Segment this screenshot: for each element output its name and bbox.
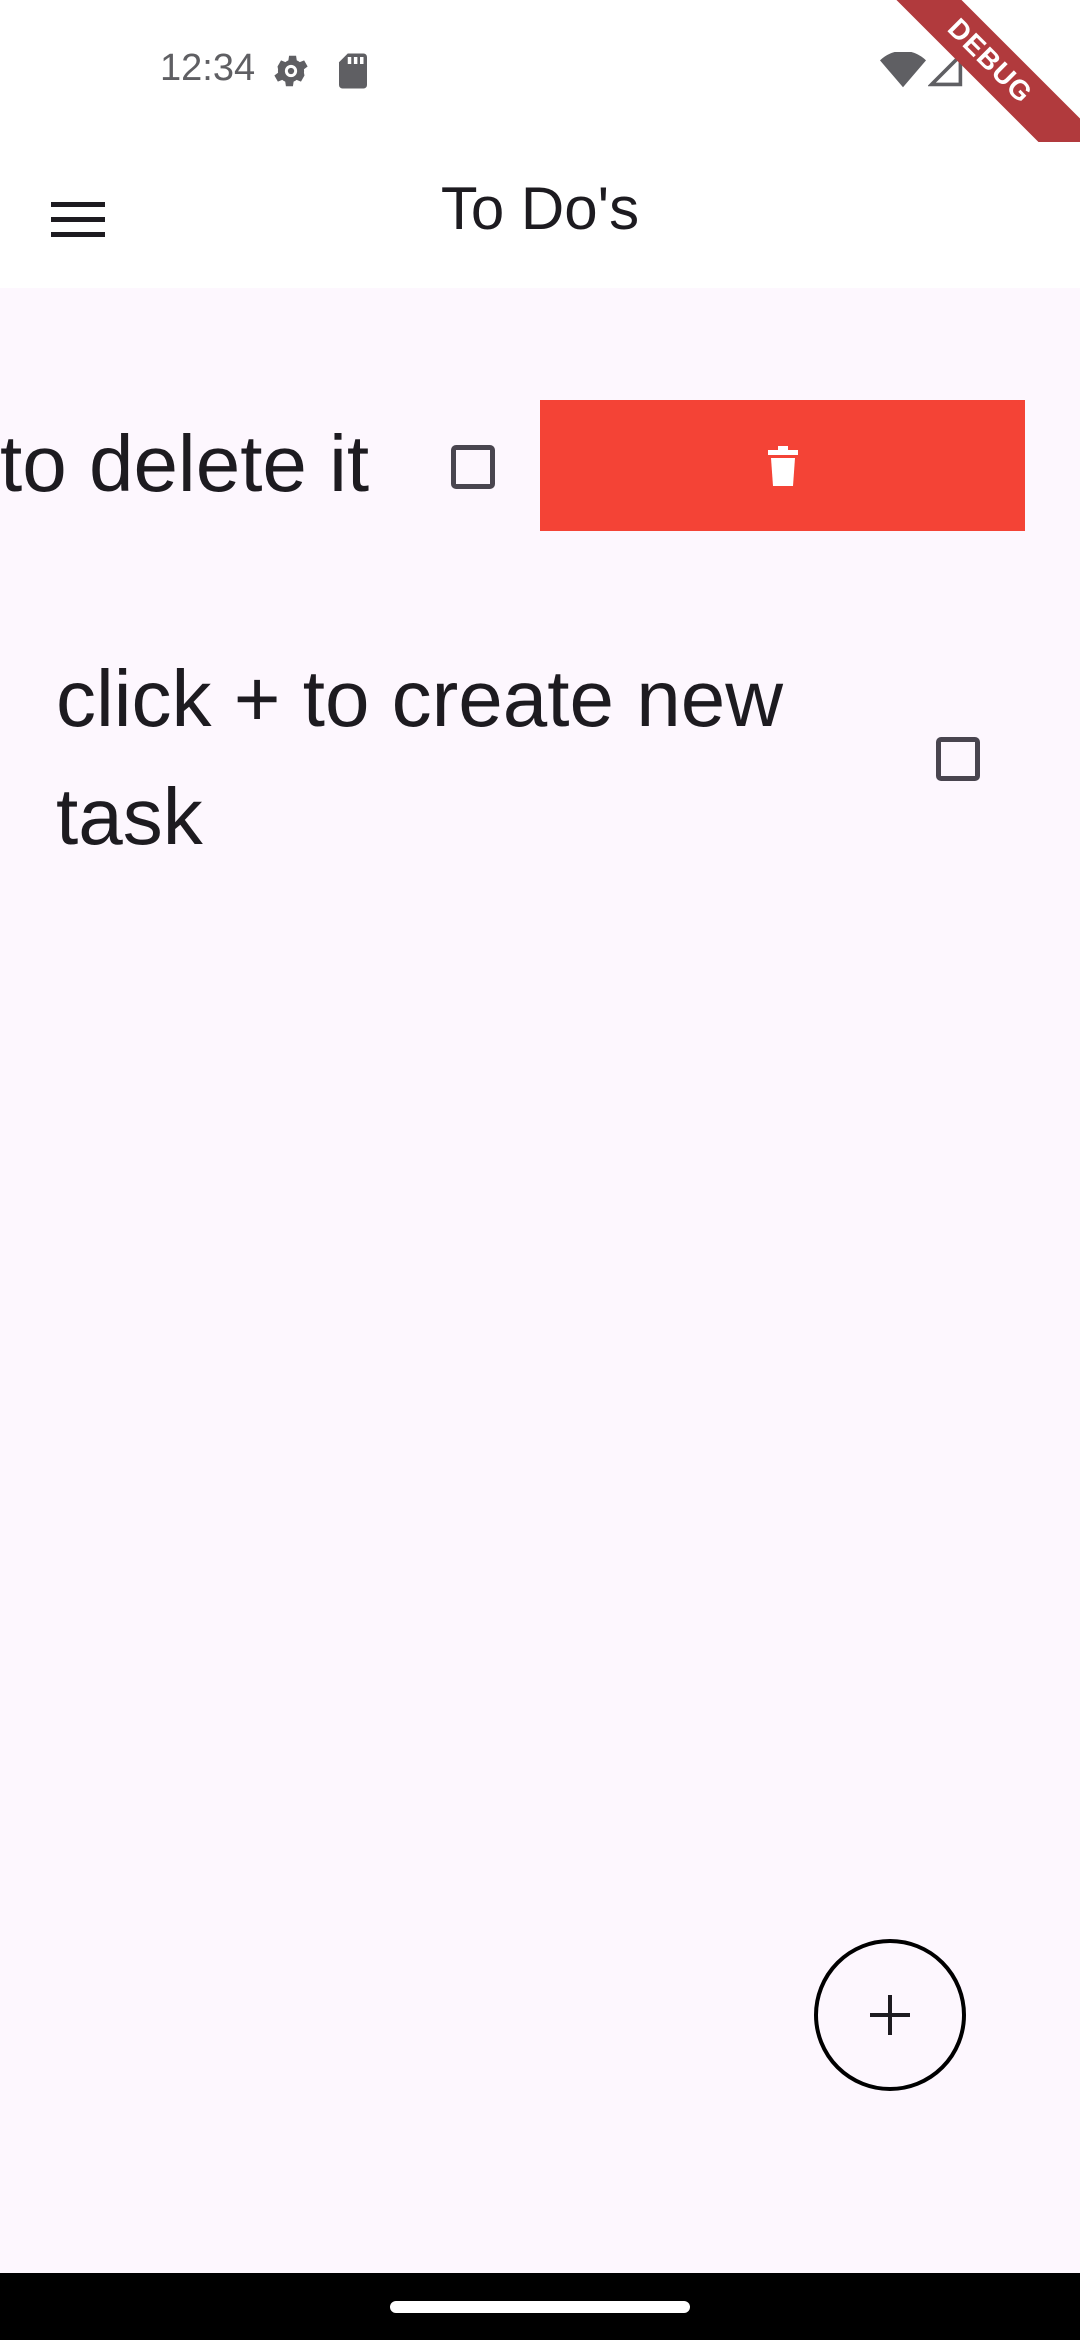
status-bar: 12:34 DEBUG xyxy=(0,0,1080,209)
plus-icon xyxy=(870,1995,910,2035)
status-time: 12:34 xyxy=(160,47,256,89)
sd-card-icon xyxy=(334,50,372,97)
home-indicator[interactable] xyxy=(390,2301,690,2313)
wifi-icon xyxy=(880,50,926,93)
settings-gear-icon xyxy=(270,50,312,97)
delete-task-button[interactable] xyxy=(540,400,1025,531)
page-title: To Do's xyxy=(440,175,640,242)
screen: 12:34 DEBUG To Do's to delete it click +… xyxy=(0,0,1080,2340)
trash-icon xyxy=(767,445,798,486)
navigation-bar xyxy=(0,2273,1080,2340)
app-bar: To Do's xyxy=(0,142,1080,288)
task-checkbox[interactable] xyxy=(936,737,980,781)
task-checkbox[interactable] xyxy=(451,445,495,489)
task-text: click + to create new task xyxy=(56,654,783,861)
task-text: to delete it xyxy=(0,419,370,508)
add-task-button[interactable] xyxy=(814,1939,966,2091)
